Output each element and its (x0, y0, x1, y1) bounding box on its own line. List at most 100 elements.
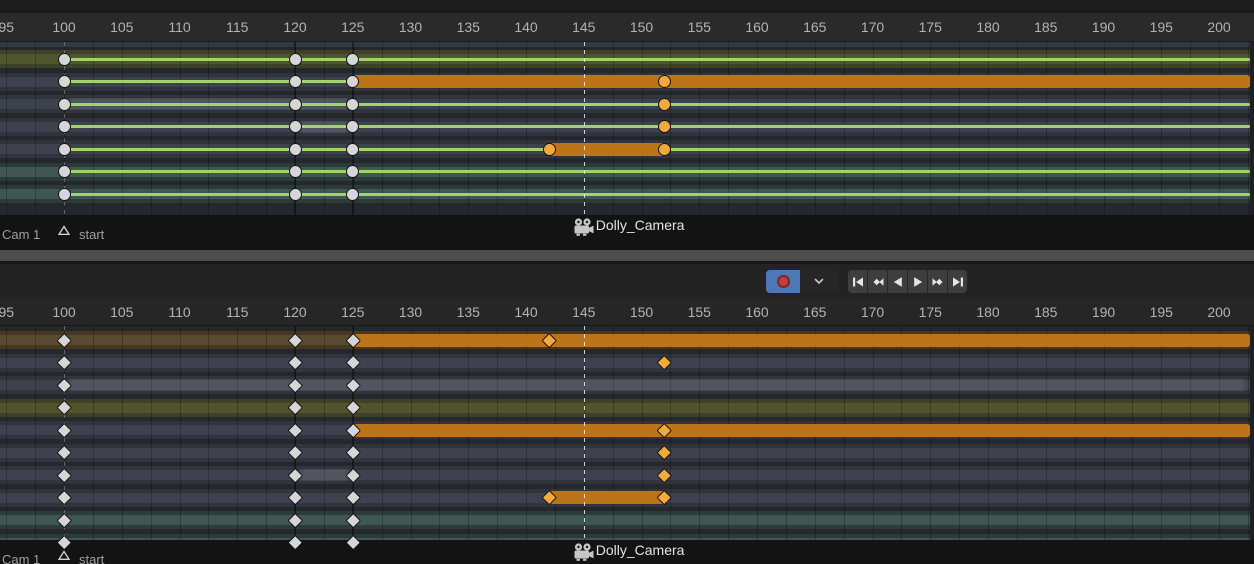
bottom-marker-bar[interactable]: Cam 1 start Dolly_Camera (0, 540, 1254, 564)
ruler-tick-label: 100 (41, 13, 87, 42)
grid-line (6, 326, 7, 540)
keyframe[interactable] (289, 143, 302, 156)
grid-line (35, 326, 36, 540)
hold-highlight (295, 469, 353, 481)
jump-to-next-keyframe-button[interactable] (928, 270, 948, 293)
keyframe[interactable] (58, 98, 71, 111)
marker-triangle-icon[interactable] (58, 548, 70, 564)
ruler-tick-label: 155 (676, 13, 722, 42)
ruler-tick-label: 135 (445, 13, 491, 42)
keyframe[interactable] (346, 188, 359, 201)
keyframe[interactable] (346, 53, 359, 66)
editor-separator[interactable] (0, 248, 1254, 264)
ruler-tick-label: 170 (850, 13, 896, 42)
top-marker-bar[interactable]: Cam 1 start Dolly_Camera (0, 215, 1254, 248)
ruler-tick-label: 110 (157, 298, 203, 326)
channel-row[interactable] (0, 444, 1250, 462)
ruler-tick-label: 165 (792, 298, 838, 326)
auto-keying-record-button[interactable] (766, 270, 800, 293)
camera-marker-icon[interactable] (573, 218, 594, 242)
grid-line (786, 42, 787, 215)
ruler-tick-label: 200 (1196, 298, 1242, 326)
top-frame-ruler[interactable]: 9510010511011512012513013514014515015516… (0, 13, 1254, 42)
keyframe[interactable] (58, 165, 71, 178)
grid-line (6, 42, 7, 215)
channel-row[interactable] (0, 354, 1250, 372)
jump-to-prev-keyframe-button[interactable] (868, 270, 888, 293)
grid-line (237, 42, 238, 215)
ruler-tick-label: 195 (1138, 13, 1184, 42)
marker-label[interactable]: Cam 1 (2, 552, 40, 564)
panel-right-edge (1250, 326, 1254, 540)
marker-guide-line (584, 42, 585, 215)
marker-label[interactable]: Dolly_Camera (596, 542, 685, 558)
marker-label[interactable]: Cam 1 (2, 227, 40, 242)
value-line (64, 125, 1250, 128)
ruler-tick-label: 170 (850, 298, 896, 326)
keyframe[interactable] (658, 143, 671, 156)
selected-range-bar[interactable] (353, 75, 1250, 88)
keyframe[interactable] (289, 120, 302, 133)
grid-line (324, 326, 325, 540)
ruler-tick-label: 135 (445, 298, 491, 326)
ruler-tick-label: 120 (272, 298, 318, 326)
keyframe[interactable] (658, 75, 671, 88)
value-line (64, 103, 1250, 106)
camera-marker-icon[interactable] (573, 543, 594, 564)
keyframe[interactable] (58, 143, 71, 156)
keyframe[interactable] (289, 98, 302, 111)
value-line (64, 193, 1250, 196)
bottom-frame-ruler[interactable]: 9510010511011512012513013514014515015516… (0, 298, 1254, 326)
keyframe[interactable] (58, 120, 71, 133)
keyframe[interactable] (543, 143, 556, 156)
channel-row[interactable] (0, 466, 1250, 484)
channel-row[interactable] (0, 511, 1250, 529)
channel-row[interactable] (0, 399, 1250, 417)
keyframe[interactable] (346, 98, 359, 111)
chevron-down-icon (814, 278, 824, 285)
grid-line (266, 42, 267, 215)
auto-keying-options-dropdown[interactable] (800, 270, 838, 293)
blender-timeline-workspace: 9510010511011512012513013514014515015516… (0, 0, 1254, 564)
keyframe[interactable] (58, 188, 71, 201)
play-button[interactable] (908, 270, 928, 293)
jump-to-start-button[interactable] (848, 270, 868, 293)
selected-range-bar[interactable] (549, 143, 665, 156)
ruler-tick-label: 185 (1023, 298, 1069, 326)
jump-to-end-button[interactable] (948, 270, 967, 293)
grid-line (208, 42, 209, 215)
selected-range-bar[interactable] (353, 334, 1250, 347)
bottom-channel-area[interactable] (0, 326, 1254, 540)
marker-label[interactable]: start (79, 552, 104, 564)
playback-controls (848, 270, 967, 293)
selected-range-bar[interactable] (549, 491, 665, 504)
ruler-tick-label: 105 (99, 298, 145, 326)
grid-line (237, 326, 238, 540)
camera-marker-icon (573, 218, 594, 237)
marker-triangle-icon[interactable] (58, 223, 70, 241)
ruler-tick-label: 160 (734, 13, 780, 42)
keyframe[interactable] (289, 75, 302, 88)
keyframe[interactable] (658, 120, 671, 133)
marker-label[interactable]: start (79, 227, 104, 242)
keyframe[interactable] (289, 165, 302, 178)
ruler-tick-label: 130 (388, 13, 434, 42)
prev-key-icon (872, 276, 884, 288)
value-line (64, 170, 1250, 173)
marker-guide-line (584, 326, 585, 540)
keyframe[interactable] (658, 98, 671, 111)
keyframe[interactable] (289, 188, 302, 201)
keyframe[interactable] (58, 75, 71, 88)
keyframe[interactable] (346, 143, 359, 156)
grid-line (873, 42, 874, 215)
marker-label[interactable]: Dolly_Camera (596, 217, 685, 233)
keyframe[interactable] (58, 53, 71, 66)
value-line (64, 58, 1250, 61)
ruler-tick-label: 190 (1081, 13, 1127, 42)
selected-range-bar[interactable] (353, 424, 1250, 437)
ruler-tick-label: 155 (676, 298, 722, 326)
play-reverse-button[interactable] (888, 270, 908, 293)
grid-line (901, 42, 902, 215)
top-channel-area[interactable] (0, 42, 1254, 215)
keyframe[interactable] (289, 53, 302, 66)
